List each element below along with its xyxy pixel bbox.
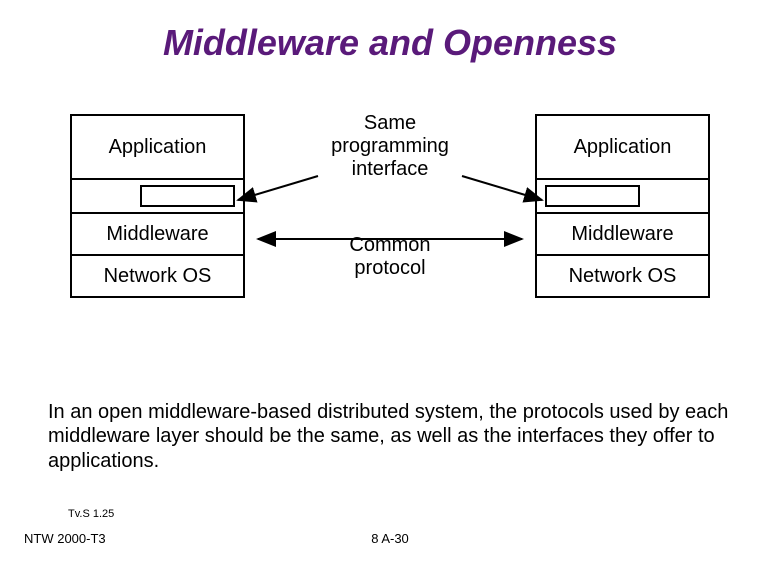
left-middleware-layer: Middleware bbox=[72, 214, 243, 256]
right-networkos-layer: Network OS bbox=[537, 256, 708, 296]
footnote-page: 8 A-30 bbox=[371, 531, 409, 546]
right-interface-slot-row bbox=[537, 180, 708, 214]
left-interface-slot bbox=[140, 185, 235, 207]
right-interface-slot bbox=[545, 185, 640, 207]
footnote-tvs: Tv.S 1.25 bbox=[68, 508, 114, 520]
right-stack: Application Middleware Network OS bbox=[535, 114, 710, 298]
left-networkos-layer: Network OS bbox=[72, 256, 243, 296]
same-interface-label: Sameprogramminginterface bbox=[280, 112, 500, 181]
right-middleware-layer: Middleware bbox=[537, 214, 708, 256]
left-stack: Application Middleware Network OS bbox=[70, 114, 245, 298]
common-protocol-label: Commonprotocol bbox=[280, 234, 500, 280]
left-interface-slot-row bbox=[72, 180, 243, 214]
slide-title: Middleware and Openness bbox=[0, 22, 780, 64]
body-paragraph: In an open middleware-based distributed … bbox=[48, 400, 732, 473]
footnote-ntw: NTW 2000-T3 bbox=[24, 531, 106, 546]
right-application-layer: Application bbox=[537, 116, 708, 180]
left-application-layer: Application bbox=[72, 116, 243, 180]
architecture-diagram: Application Middleware Network OS Applic… bbox=[70, 104, 710, 364]
